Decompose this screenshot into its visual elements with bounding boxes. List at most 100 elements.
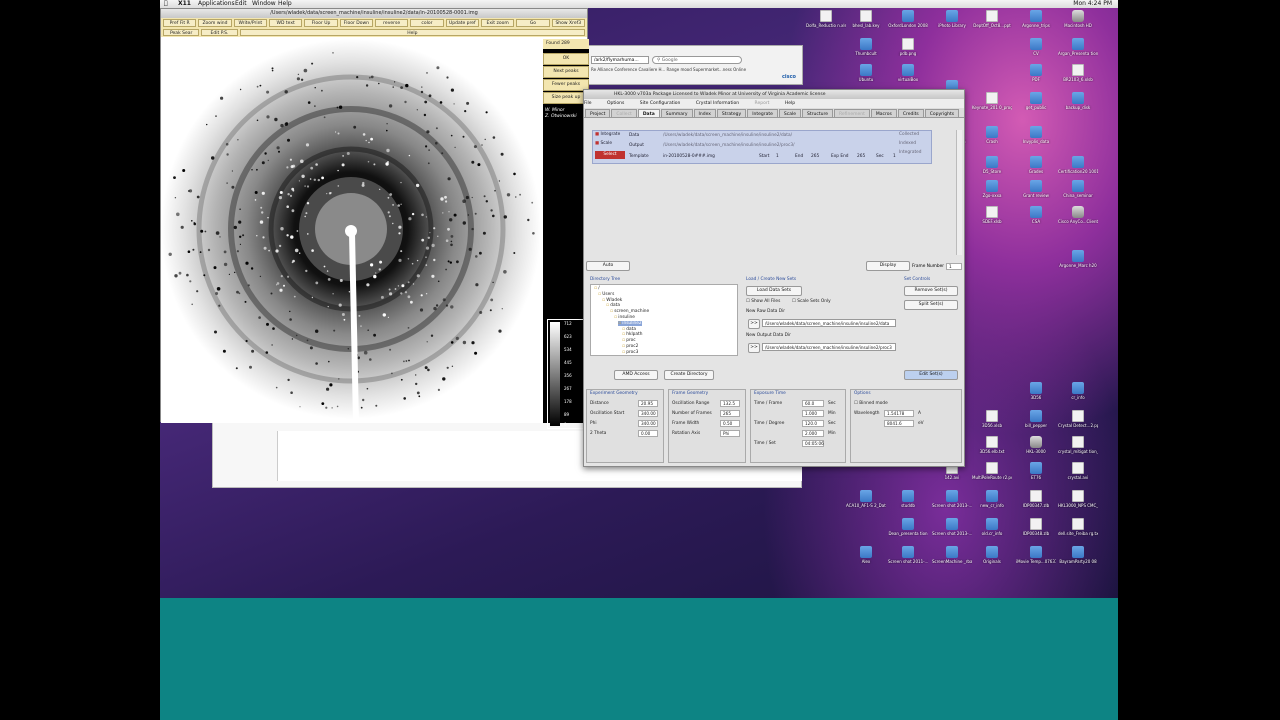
desktop-icon[interactable]: Argonne_trips bbox=[1016, 10, 1056, 28]
desktop-icon[interactable]: Crash bbox=[972, 126, 1012, 144]
edit-sets-button[interactable]: Edit Set(s) bbox=[904, 370, 958, 380]
hkl-menu-help[interactable]: Help bbox=[785, 101, 795, 106]
next-peaks-button[interactable]: Next peaks bbox=[543, 66, 589, 78]
wd-text-button[interactable]: WD text bbox=[268, 19, 303, 27]
desktop-icon[interactable]: DeptOff_Oct8...ppt bbox=[972, 10, 1012, 28]
phi-field[interactable]: 340.00 bbox=[638, 420, 658, 427]
browser-search-field[interactable]: ⚲ Google bbox=[652, 56, 742, 64]
pref-fit-button[interactable]: Pref Fit R bbox=[163, 19, 197, 27]
desktop-icon[interactable]: ScreenMachine _rbac..._tested bbox=[932, 546, 972, 564]
desktop-icon[interactable]: Alex bbox=[846, 546, 886, 564]
menu-edit[interactable]: Edit bbox=[235, 0, 247, 8]
desktop-icon[interactable]: virtualBox bbox=[888, 64, 928, 82]
energy-field[interactable]: 8041.6 bbox=[884, 420, 914, 427]
scale-sets-only-checkbox[interactable]: ☐ Scale Sets Only bbox=[792, 299, 831, 304]
tree-node[interactable]: ▫ proc2 bbox=[622, 344, 638, 349]
desktop-icon[interactable]: Argan_Presenta tion bbox=[1058, 38, 1098, 56]
menu-applications[interactable]: Applications bbox=[198, 0, 235, 8]
load-data-sets-button[interactable]: Load Data Sets bbox=[746, 286, 802, 296]
tree-node[interactable]: ▫ proc bbox=[622, 338, 636, 343]
frame-width-field[interactable]: 0.50 bbox=[720, 420, 740, 427]
desktop-icon[interactable]: Ubuntu bbox=[846, 64, 886, 82]
remove-sets-button[interactable]: Remove Set(s) bbox=[904, 286, 958, 296]
desktop-icon[interactable]: D5_Store bbox=[972, 156, 1012, 174]
num-frames-field[interactable]: 265 bbox=[720, 410, 740, 417]
desktop-icon[interactable]: get_public bbox=[1016, 92, 1056, 110]
time-set-field[interactable]: 04:05:06 bbox=[802, 440, 824, 447]
time-frame-min-field[interactable]: 1.000 bbox=[802, 410, 824, 417]
desktop-icon[interactable]: Grades bbox=[1016, 156, 1056, 174]
desktop-icon[interactable]: Dean_presenta tion bbox=[888, 518, 928, 536]
desktop-icon[interactable]: Crystal Detect...2.pptx bbox=[1058, 410, 1098, 428]
display-button[interactable]: Display bbox=[865, 261, 910, 271]
help-button[interactable]: Help bbox=[239, 29, 585, 36]
desktop-icon[interactable]: MultiPoleRoute r2.pdf bbox=[972, 462, 1012, 480]
desktop-icon[interactable]: BayramParty20 08 bbox=[1058, 546, 1098, 564]
desktop-icon[interactable]: IDP00347.zlb bbox=[1016, 490, 1056, 508]
desktop-icon[interactable]: 3D56 bbox=[1016, 382, 1056, 400]
out-dir-arrow-button[interactable]: >> bbox=[748, 343, 760, 353]
directory-tree[interactable]: ▫ / ▫ Users ▫ Wladek ▫ data ▫ screen_machine… bbox=[590, 284, 738, 356]
desktop-icon[interactable]: CV bbox=[1016, 38, 1056, 56]
binned-mode-checkbox[interactable]: ☐ Binned mode bbox=[854, 401, 888, 406]
out-dir-field[interactable]: /Users/wladek/data/screen_machine/insuli… bbox=[762, 343, 896, 351]
integrate-checkbox[interactable]: ■ Integrate bbox=[595, 132, 620, 137]
tree-node[interactable]: ▫ data bbox=[622, 327, 636, 332]
osc-range-field[interactable]: 132.5 bbox=[720, 400, 740, 407]
split-sets-button[interactable]: Split Set(s) bbox=[904, 300, 958, 310]
create-directory-button[interactable]: Create Directory bbox=[664, 370, 714, 380]
select-button[interactable]: Select bbox=[595, 151, 625, 159]
browser-address-field[interactable]: /ark2/flymarhuma... bbox=[591, 56, 649, 64]
desktop-icon[interactable]: iMovie Temp...07637 bbox=[1016, 546, 1056, 564]
tab-copyrights[interactable]: Copyrights bbox=[924, 109, 960, 117]
two-theta-field[interactable]: 0.00 bbox=[638, 430, 658, 437]
desktop-icon[interactable]: Screen shot 2013-...04 PM bbox=[932, 518, 972, 536]
distance-field[interactable]: 20.95 bbox=[638, 400, 658, 407]
tab-macros[interactable]: Macros bbox=[870, 109, 897, 117]
tree-node[interactable]: ▫ insuline2 bbox=[618, 320, 642, 326]
tree-node[interactable]: ▫ insuline bbox=[614, 315, 635, 320]
rotation-axis-field[interactable]: Phi bbox=[720, 430, 740, 437]
desktop-icon[interactable]: PDF bbox=[1016, 64, 1056, 82]
hkl-menu-file[interactable]: File bbox=[584, 101, 592, 106]
color-button[interactable]: color bbox=[410, 19, 444, 27]
tab-credits[interactable]: Credits bbox=[897, 109, 924, 117]
desktop-icon[interactable]: old.cr_info bbox=[972, 518, 1012, 536]
tree-node[interactable]: ▫ screen_machine bbox=[610, 309, 649, 314]
dataset-list[interactable]: ■ Integrate ■ Scale Select Data /Users/w… bbox=[592, 130, 932, 164]
hkl-menu-options[interactable]: Options bbox=[607, 101, 624, 106]
desktop-icon[interactable]: OxfordLondon 2008 bbox=[888, 10, 928, 28]
desktop-icon[interactable]: 3D56.elb.txt bbox=[972, 436, 1012, 454]
x11-image-window[interactable]: /Users/wladek/data/screen_machine/insuli… bbox=[160, 8, 589, 429]
desktop-icon[interactable]: Argonne_Marc h20 bbox=[1058, 250, 1098, 268]
tree-node[interactable]: ▫ proc3 bbox=[622, 350, 638, 355]
desktop-icon[interactable]: Dolfa_Reductio n.xlsx bbox=[806, 10, 846, 28]
desktop-icon[interactable]: dell.site_Freiba rg.txt bbox=[1058, 518, 1098, 536]
menu-app[interactable]: X11 bbox=[178, 0, 191, 8]
tree-node[interactable]: ▫ / bbox=[594, 286, 600, 291]
desktop-icon[interactable]: Invyplis_data bbox=[1016, 126, 1056, 144]
floor-down-button[interactable]: Floor Down bbox=[339, 19, 373, 27]
tab-index[interactable]: Index bbox=[693, 109, 716, 117]
frame-number-field[interactable]: 1 bbox=[946, 262, 962, 270]
ok-button[interactable]: OK bbox=[543, 53, 589, 65]
desktop-icon[interactable]: Macintosh HD bbox=[1058, 10, 1098, 28]
apple-icon[interactable]:  bbox=[164, 0, 168, 8]
tab-structure[interactable]: Structure bbox=[802, 109, 833, 117]
floor-up-button[interactable]: Floor Up bbox=[304, 19, 338, 27]
desktop-icon[interactable]: crystal.avi bbox=[1058, 462, 1098, 480]
desktop-icon[interactable]: Screen shot 2011-...46 AM bbox=[888, 546, 928, 564]
update-pref-button[interactable]: Update pref bbox=[445, 19, 479, 27]
dataset-scrollbar[interactable] bbox=[956, 130, 962, 255]
desktop-icon[interactable]: bill_pepper bbox=[1016, 410, 1056, 428]
time-frame-sec-field[interactable]: 60.0 bbox=[802, 400, 824, 407]
write-print-button[interactable]: Write/Print bbox=[233, 19, 267, 27]
desktop-icon[interactable]: ACA10_AF1-S 2_Data bbox=[846, 490, 886, 508]
time-degree-sec-field[interactable]: 120.0 bbox=[802, 420, 824, 427]
desktop-icon[interactable]: CSA bbox=[1016, 206, 1056, 224]
desktop-icon[interactable]: China_seminar bbox=[1058, 180, 1098, 198]
desktop-icon[interactable]: Screen shot 2013-...41 PM bbox=[932, 490, 972, 508]
browser-window[interactable]: /ark2/flymarhuma... ⚲ Google Re Alliance… bbox=[588, 45, 803, 85]
auto-button[interactable]: Auto bbox=[586, 261, 630, 271]
show-all-files-checkbox[interactable]: ☐ Show All Files bbox=[746, 299, 780, 304]
